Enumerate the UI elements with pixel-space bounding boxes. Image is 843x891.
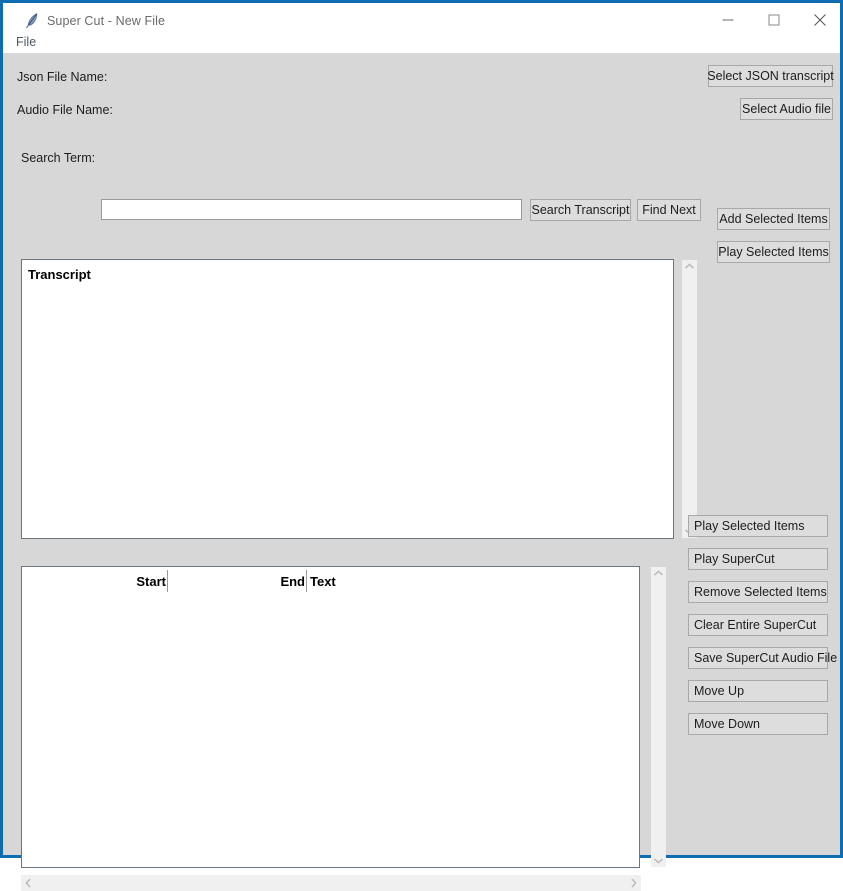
move-up-button[interactable]: Move Up <box>688 680 828 702</box>
audio-file-name-label: Audio File Name: <box>17 103 113 117</box>
transcript-vertical-scrollbar[interactable] <box>682 260 697 538</box>
close-icon <box>814 14 826 26</box>
play-selected-items-button[interactable]: Play Selected Items <box>688 515 828 537</box>
chevron-left-icon[interactable] <box>24 877 33 889</box>
chevron-up-icon[interactable] <box>651 569 666 578</box>
maximize-icon <box>768 14 780 26</box>
find-next-button[interactable]: Find Next <box>637 199 701 221</box>
json-file-name-label: Json File Name: <box>17 70 108 84</box>
column-separator[interactable] <box>167 570 168 592</box>
transcript-listbox[interactable]: Transcript <box>21 259 674 539</box>
column-header-start[interactable]: Start <box>22 574 166 589</box>
search-term-label: Search Term: <box>21 151 96 165</box>
transcript-play-selected-items-button[interactable]: Play Selected Items <box>717 241 830 263</box>
window-title: Super Cut - New File <box>47 14 166 28</box>
supercut-horizontal-scrollbar[interactable] <box>21 875 641 891</box>
column-header-end[interactable]: End <box>171 574 305 589</box>
remove-selected-items-button[interactable]: Remove Selected Items <box>688 581 828 603</box>
application-window: Super Cut - New File File Json File Name… <box>0 0 843 891</box>
column-separator[interactable] <box>306 570 307 592</box>
chevron-up-icon[interactable] <box>682 262 697 271</box>
clear-entire-supercut-button[interactable]: Clear Entire SuperCut <box>688 614 828 636</box>
supercut-vertical-scrollbar[interactable] <box>651 567 666 867</box>
maximize-button[interactable] <box>751 6 797 34</box>
chevron-down-icon[interactable] <box>651 856 666 865</box>
save-supercut-audio-file-button[interactable]: Save SuperCut Audio File <box>688 647 837 669</box>
select-json-transcript-button[interactable]: Select JSON transcript <box>707 65 834 87</box>
play-supercut-button[interactable]: Play SuperCut <box>688 548 828 570</box>
transcript-heading: Transcript <box>28 267 91 282</box>
column-header-text[interactable]: Text <box>310 574 336 589</box>
supercut-listbox[interactable]: Start End Text <box>21 566 640 868</box>
minimize-icon <box>722 19 734 21</box>
close-button[interactable] <box>797 6 843 34</box>
move-down-button[interactable]: Move Down <box>688 713 828 735</box>
search-input[interactable] <box>101 199 522 220</box>
chevron-right-icon[interactable] <box>629 877 638 889</box>
minimize-button[interactable] <box>705 6 751 34</box>
feather-quill-icon <box>24 12 40 29</box>
title-bar: Super Cut - New File <box>3 0 840 34</box>
menu-bar: File <box>3 31 840 53</box>
search-transcript-button[interactable]: Search Transcript <box>530 199 631 221</box>
select-audio-file-button[interactable]: Select Audio file <box>740 98 833 120</box>
add-selected-items-button[interactable]: Add Selected Items <box>717 208 830 230</box>
menu-item-file[interactable]: File <box>12 34 40 50</box>
client-area: Json File Name: Select JSON transcript A… <box>3 53 840 891</box>
